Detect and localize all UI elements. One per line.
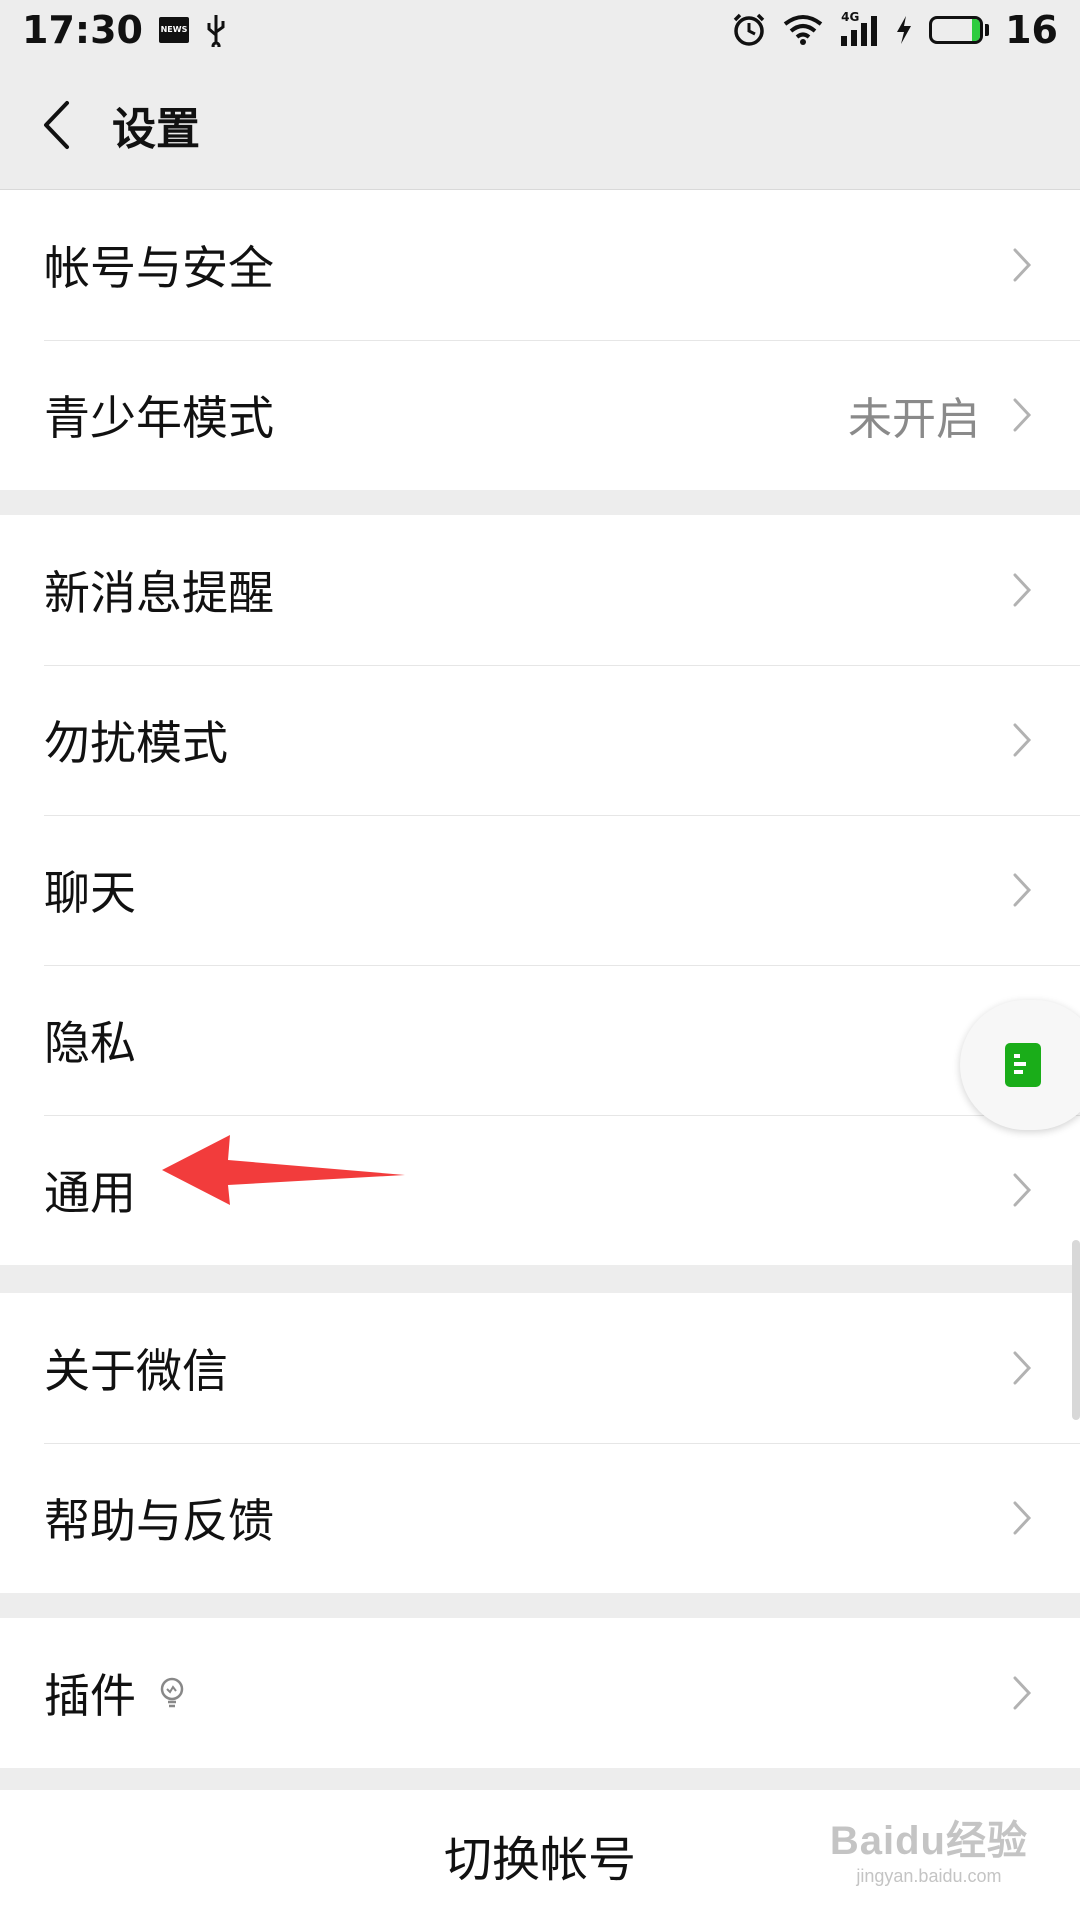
switch-account-label: 切换帐号 xyxy=(443,1832,636,1888)
settings-item-label: 插件 xyxy=(44,1669,136,1723)
chevron-right-icon xyxy=(1013,573,1032,607)
settings-item-label: 关于微信 xyxy=(44,1344,228,1398)
signal-icon: 4G xyxy=(839,10,879,46)
settings-item-label: 勿扰模式 xyxy=(44,716,228,770)
chevron-right-icon xyxy=(1013,873,1032,907)
settings-item-label: 新消息提醒 xyxy=(44,566,274,620)
usb-icon xyxy=(205,13,227,47)
chevron-left-icon xyxy=(44,100,69,149)
battery-icon xyxy=(929,16,990,44)
settings-item-label: 帐号与安全 xyxy=(44,241,274,295)
settings-item-about-wechat[interactable]: 关于微信 xyxy=(0,1293,1080,1443)
settings-item-account-security[interactable]: 帐号与安全 xyxy=(0,190,1080,340)
charging-icon xyxy=(895,15,913,45)
annotation-arrow xyxy=(162,1135,405,1205)
page-title: 设置 xyxy=(112,103,200,155)
scroll-indicator xyxy=(1072,1240,1080,1420)
settings-item-label: 帮助与反馈 xyxy=(44,1494,274,1548)
settings-item-do-not-disturb[interactable]: 勿扰模式 xyxy=(0,665,1080,815)
document-icon xyxy=(1005,1043,1041,1087)
watermark-url: jingyan.baidu.com xyxy=(856,1866,1002,1886)
chevron-right-icon xyxy=(1013,1173,1032,1207)
news-icon: NEWS xyxy=(158,17,189,43)
settings-item-chat[interactable]: 聊天 xyxy=(0,815,1080,965)
settings-item-label: 通用 xyxy=(44,1166,136,1220)
lightbulb-icon xyxy=(160,1677,184,1708)
back-button[interactable] xyxy=(6,60,106,189)
baidu-watermark: Baidu经验 jingyan.baidu.com xyxy=(830,1808,1028,1887)
chevron-right-icon xyxy=(1013,1676,1032,1710)
settings-item-help-feedback[interactable]: 帮助与反馈 xyxy=(0,1443,1080,1593)
chevron-right-icon xyxy=(1013,398,1032,432)
teen-mode-status: 未开启 xyxy=(848,394,980,445)
settings-item-label: 隐私 xyxy=(44,1016,136,1070)
battery-level: 16 xyxy=(1005,8,1058,52)
settings-item-teen-mode[interactable]: 青少年模式 未开启 xyxy=(0,340,1080,490)
wifi-icon xyxy=(783,14,823,46)
settings-item-notifications[interactable]: 新消息提醒 xyxy=(0,515,1080,665)
settings-item-label: 聊天 xyxy=(44,866,136,920)
chevron-right-icon xyxy=(1013,1501,1032,1535)
settings-group-plugins: 插件 xyxy=(0,1618,1080,1768)
settings-group-account: 帐号与安全 青少年模式 未开启 xyxy=(0,190,1080,490)
floating-document-button[interactable] xyxy=(960,1000,1080,1130)
chevron-right-icon xyxy=(1013,248,1032,282)
battery-fill xyxy=(972,19,981,41)
nav-bar: 设置 xyxy=(0,60,1080,190)
chevron-right-icon xyxy=(1013,723,1032,757)
settings-item-privacy[interactable]: 隐私 xyxy=(0,965,1080,1115)
chevron-right-icon xyxy=(1013,1351,1032,1385)
settings-item-plugins[interactable]: 插件 xyxy=(0,1618,1080,1768)
alarm-icon xyxy=(731,12,767,48)
status-time: 17:30 xyxy=(22,8,143,52)
status-bar: 17:30 NEWS 4G 16 xyxy=(0,0,1080,60)
settings-item-label: 青少年模式 xyxy=(44,391,274,445)
settings-group-about: 关于微信 帮助与反馈 xyxy=(0,1293,1080,1593)
watermark-logo: Baidu经验 xyxy=(829,1819,1028,1863)
